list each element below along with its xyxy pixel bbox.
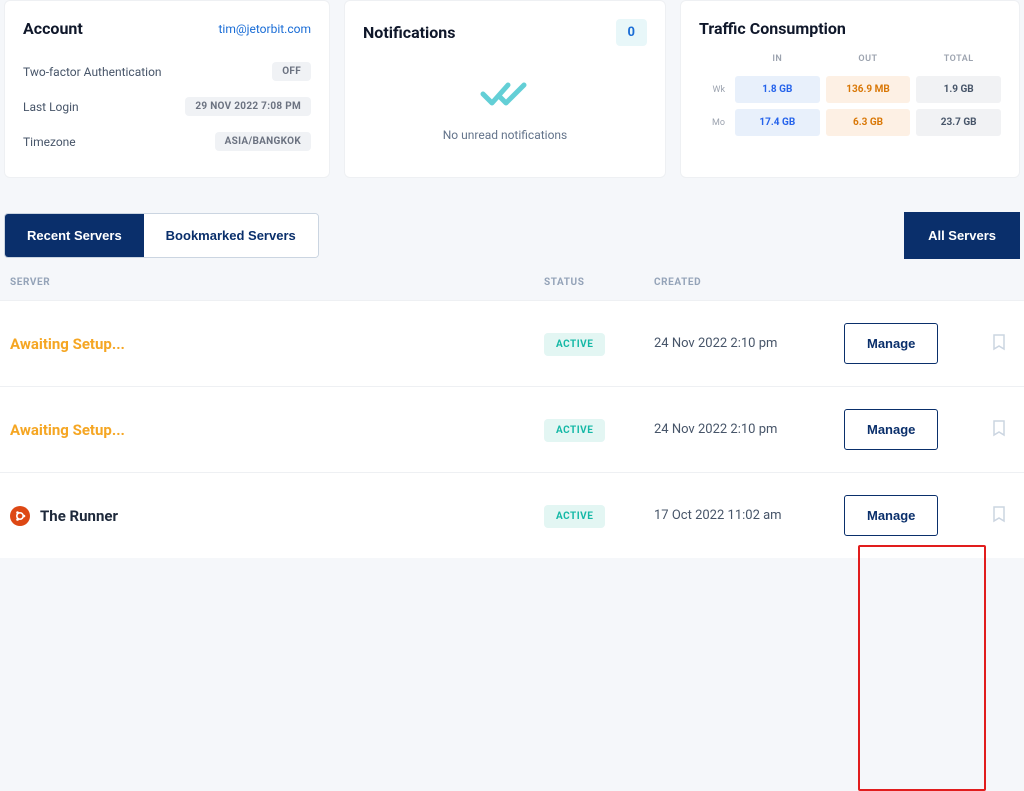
- traffic-wk-in: 1.8 GB: [735, 76, 820, 103]
- account-title: Account: [23, 19, 83, 38]
- status-badge: ACTIVE: [544, 505, 605, 528]
- traffic-col-out: OUT: [826, 54, 911, 70]
- tz-label: Timezone: [23, 135, 76, 149]
- bookmark-icon[interactable]: [984, 333, 1014, 355]
- twofa-label: Two-factor Authentication: [23, 65, 162, 79]
- traffic-row-mo: Mo: [699, 118, 729, 128]
- highlight-annotation: [858, 545, 986, 791]
- notifications-title: Notifications: [363, 23, 456, 42]
- bookmark-icon[interactable]: [984, 505, 1014, 527]
- server-tabs: Recent Servers Bookmarked Servers: [4, 213, 319, 258]
- traffic-mo-in: 17.4 GB: [735, 109, 820, 136]
- traffic-col-in: IN: [735, 54, 820, 70]
- status-badge: ACTIVE: [544, 419, 605, 442]
- server-row: Awaiting Setup... ACTIVE 24 Nov 2022 2:10 …: [0, 386, 1024, 472]
- server-name-link[interactable]: The Runner: [40, 507, 118, 525]
- server-created: 24 Nov 2022 2:10 pm: [654, 336, 844, 351]
- traffic-wk-total: 1.9 GB: [916, 76, 1001, 103]
- traffic-col-total: TOTAL: [916, 54, 1001, 70]
- double-check-icon: [480, 80, 530, 112]
- tab-bookmarked-servers[interactable]: Bookmarked Servers: [144, 214, 318, 257]
- tz-row: Timezone ASIA/BANGKOK: [23, 124, 311, 159]
- col-created: CREATED: [654, 277, 844, 288]
- account-card: Account tim@jetorbit.com Two-factor Auth…: [4, 0, 330, 178]
- server-row: The Runner ACTIVE 17 Oct 2022 11:02 amMana…: [0, 472, 1024, 558]
- traffic-card: Traffic Consumption IN OUT TOTAL Wk 1.8 …: [680, 0, 1020, 178]
- traffic-mo-total: 23.7 GB: [916, 109, 1001, 136]
- server-created: 24 Nov 2022 2:10 pm: [654, 422, 844, 437]
- lastlogin-label: Last Login: [23, 100, 79, 114]
- all-servers-button[interactable]: All Servers: [904, 212, 1020, 259]
- twofa-row: Two-factor Authentication OFF: [23, 54, 311, 89]
- col-server: SERVER: [10, 277, 544, 288]
- status-badge: ACTIVE: [544, 333, 605, 356]
- server-row: Awaiting Setup... ACTIVE 24 Nov 2022 2:10 …: [0, 300, 1024, 386]
- traffic-wk-out: 136.9 MB: [826, 76, 911, 103]
- tz-value: ASIA/BANGKOK: [215, 132, 311, 151]
- traffic-title: Traffic Consumption: [699, 19, 846, 38]
- manage-button[interactable]: Manage: [844, 323, 938, 364]
- manage-button[interactable]: Manage: [844, 495, 938, 536]
- col-status: STATUS: [544, 277, 654, 288]
- server-name-link[interactable]: Awaiting Setup...: [10, 335, 125, 353]
- server-created: 17 Oct 2022 11:02 am: [654, 508, 844, 523]
- traffic-row-wk: Wk: [699, 85, 729, 95]
- notifications-empty-text: No unread notifications: [443, 128, 568, 142]
- ubuntu-icon: [10, 506, 30, 526]
- traffic-mo-out: 6.3 GB: [826, 109, 911, 136]
- bookmark-icon[interactable]: [984, 419, 1014, 441]
- tab-recent-servers[interactable]: Recent Servers: [5, 214, 144, 257]
- notifications-count-badge: 0: [616, 19, 647, 46]
- server-name-link[interactable]: Awaiting Setup...: [10, 421, 125, 439]
- lastlogin-value: 29 NOV 2022 7:08 PM: [185, 97, 311, 116]
- manage-button[interactable]: Manage: [844, 409, 938, 450]
- twofa-value: OFF: [272, 62, 311, 81]
- account-email-link[interactable]: tim@jetorbit.com: [219, 22, 312, 36]
- notifications-card: Notifications 0 No unread notifications: [344, 0, 666, 178]
- lastlogin-row: Last Login 29 NOV 2022 7:08 PM: [23, 89, 311, 124]
